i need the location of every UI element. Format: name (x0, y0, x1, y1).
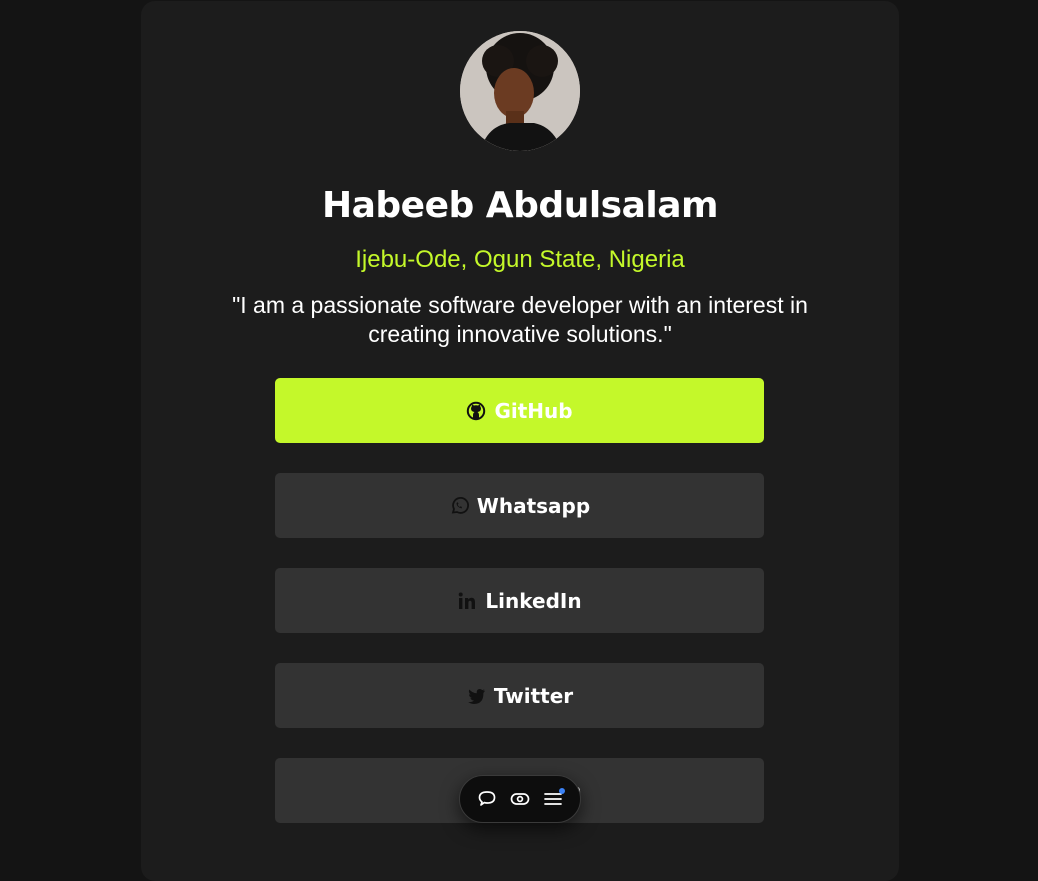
twitter-link-button[interactable]: Twitter (275, 663, 764, 728)
avatar (460, 31, 580, 151)
linkedin-icon (457, 591, 477, 611)
menu-icon[interactable] (540, 786, 566, 812)
linkedin-link-label: LinkedIn (485, 588, 582, 613)
eye-icon[interactable] (507, 786, 533, 812)
twitter-link-label: Twitter (493, 683, 574, 708)
whatsapp-icon (449, 496, 469, 516)
profile-card: Habeeb Abdulsalam Ijebu-Ode, Ogun State,… (141, 1, 899, 881)
github-link-button[interactable]: GitHub (275, 378, 764, 443)
whatsapp-link-label: Whatsapp (476, 493, 591, 518)
notification-dot (559, 788, 566, 794)
twitter-icon (466, 686, 486, 706)
profile-name: Habeeb Abdulsalam (321, 185, 719, 226)
comment-icon[interactable] (474, 786, 500, 812)
floating-toolbar (459, 775, 581, 823)
github-link-label: GitHub (494, 398, 573, 423)
profile-bio: "I am a passionate software developer wi… (232, 292, 808, 347)
whatsapp-link-button[interactable]: Whatsapp (275, 473, 764, 538)
linkedin-link-button[interactable]: LinkedIn (275, 568, 764, 633)
github-icon (466, 401, 486, 421)
profile-location: Ijebu-Ode, Ogun State, Nigeria (355, 246, 685, 273)
